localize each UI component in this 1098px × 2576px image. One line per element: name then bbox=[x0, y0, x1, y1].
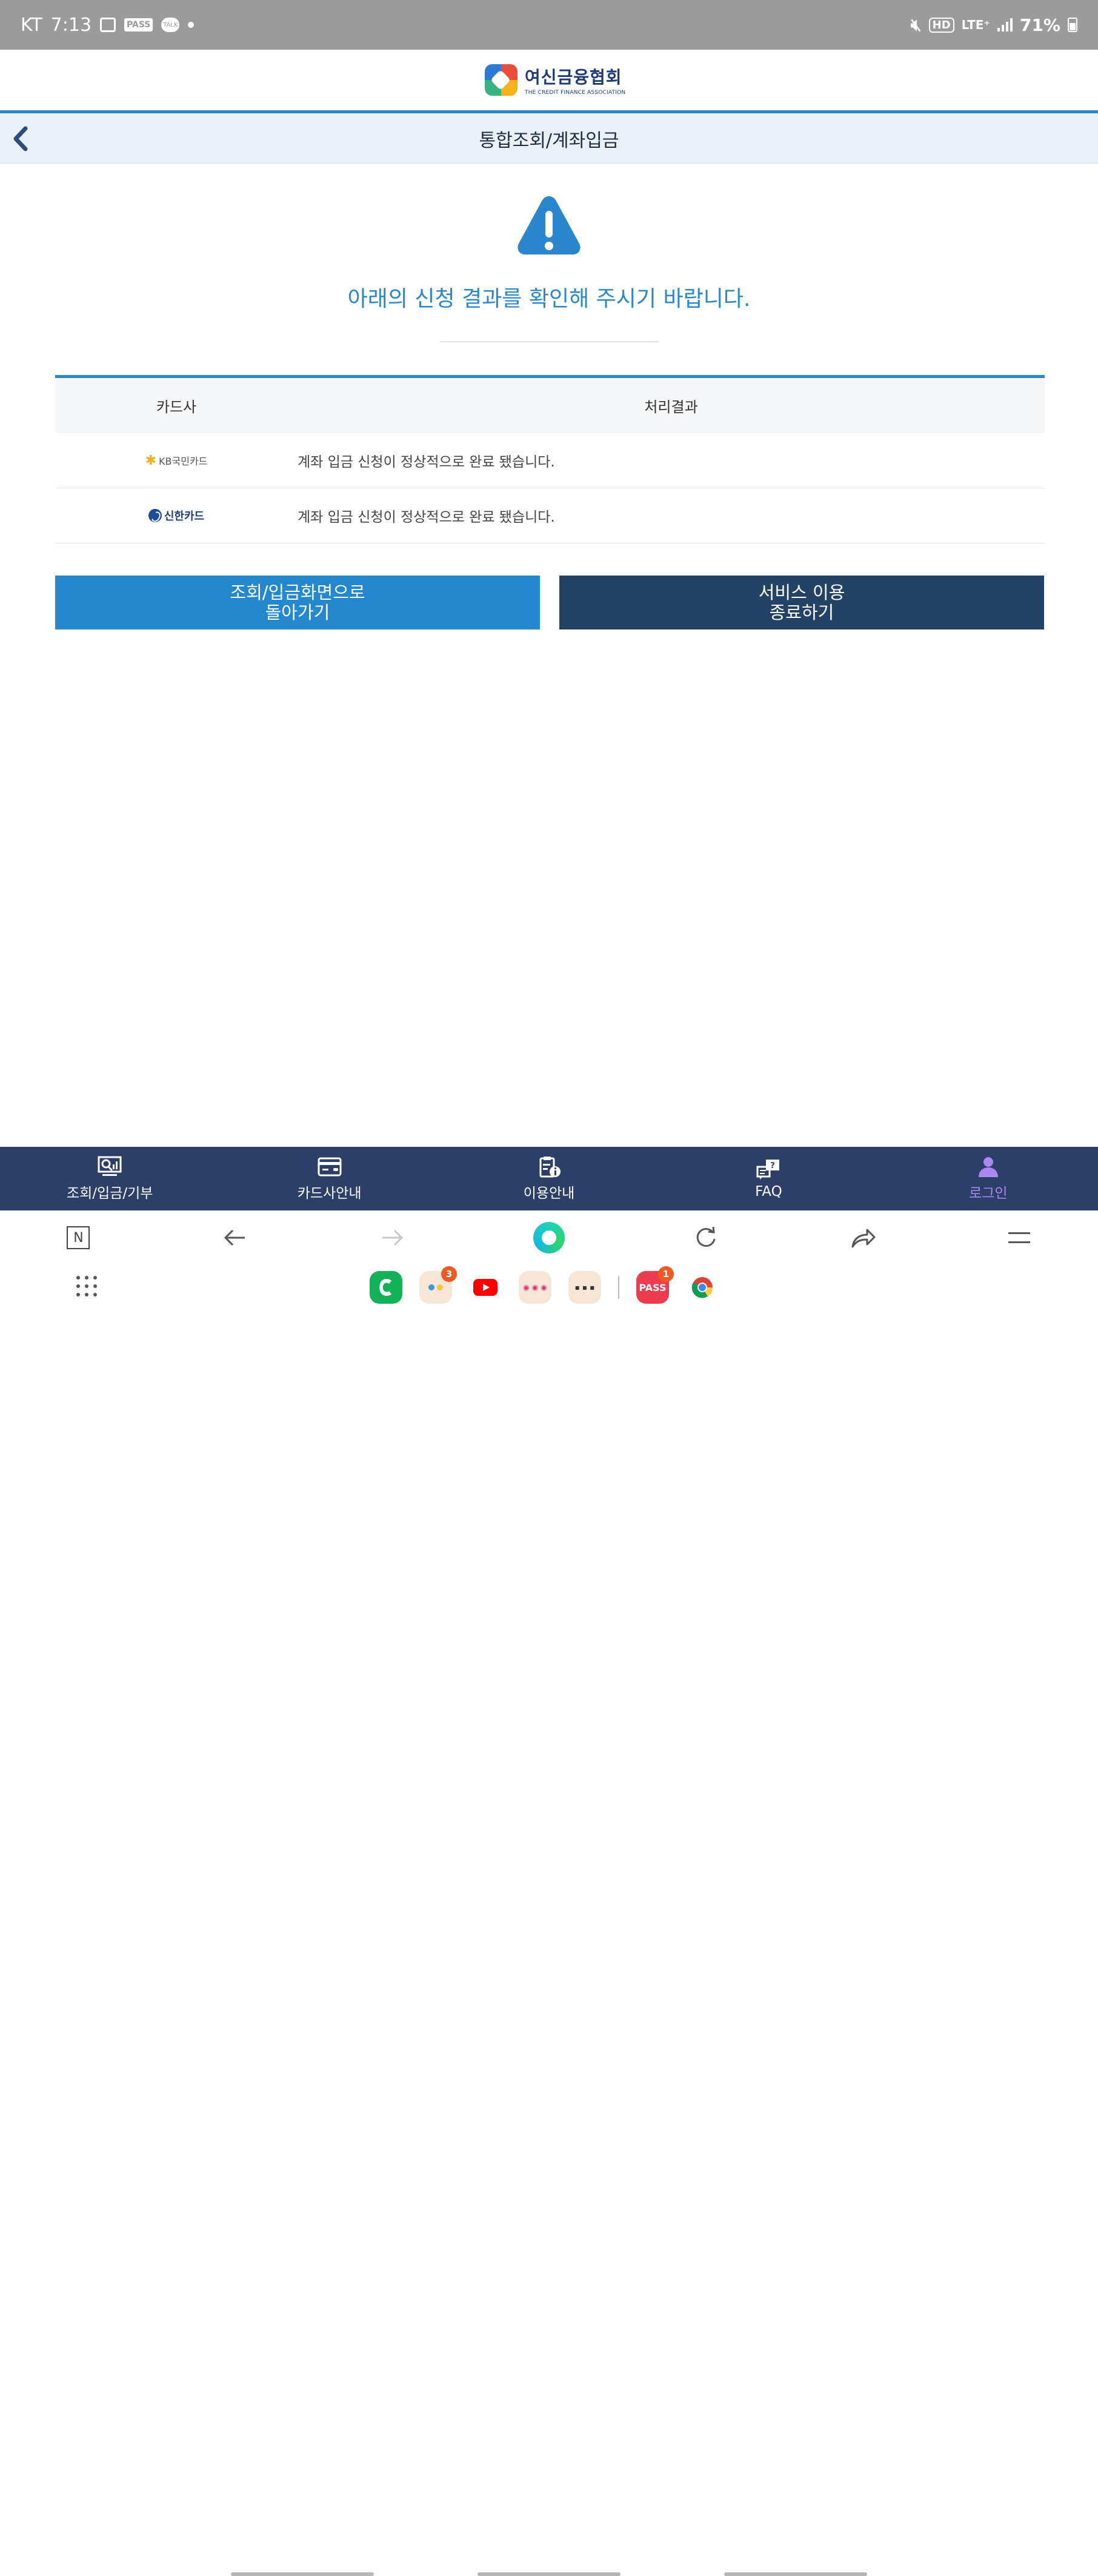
bottom-nav: 조회/입금/기부 카드사안내 이용안내 ? FAQ 로그인 bbox=[0, 1147, 1098, 1210]
divider bbox=[440, 341, 659, 342]
title-bar: 통합조회/계좌입금 bbox=[0, 110, 1098, 164]
naver-n-button[interactable]: N bbox=[60, 1220, 96, 1256]
page-title: 통합조회/계좌입금 bbox=[479, 130, 619, 151]
table-row: 신한카드 계좌 입금 신청이 정상적으로 완료 됐습니다. bbox=[55, 488, 1045, 543]
crefia-logo-mark-icon bbox=[485, 64, 517, 96]
app-drawer-icon[interactable] bbox=[76, 1276, 98, 1298]
return-to-inquiry-button[interactable]: 조회/입금화면으로 돌아가기 bbox=[55, 576, 540, 629]
youtube-app-icon[interactable] bbox=[469, 1271, 502, 1304]
logo-english: THE CREDIT FINANCE ASSOCIATION bbox=[525, 90, 626, 96]
kb-card-logo: ✱ KB국민카드 bbox=[145, 453, 208, 468]
mute-icon: 🔇︎ bbox=[911, 15, 922, 35]
hd-voice-icon: HD bbox=[928, 17, 954, 33]
exit-button-line2: 종료하기 bbox=[769, 602, 834, 623]
gesture-handle-center[interactable] bbox=[477, 2572, 621, 2576]
status-right: 🔇︎ HD LTE⁺ 71% bbox=[911, 0, 1077, 50]
battery-icon bbox=[1068, 18, 1077, 32]
more-notifications-dot-icon bbox=[188, 22, 195, 28]
header-card: 카드사 bbox=[156, 399, 197, 416]
header-result: 처리결과 bbox=[644, 399, 698, 416]
card-cell: 신한카드 bbox=[55, 508, 298, 523]
svg-text:?: ? bbox=[771, 1161, 776, 1170]
notification-badge: 1 bbox=[658, 1266, 674, 1282]
chrome-app-icon[interactable] bbox=[686, 1271, 719, 1304]
signal-strength-icon bbox=[997, 18, 1013, 32]
kb-star-icon: ✱ bbox=[145, 453, 157, 468]
pass-app-label: PASS bbox=[639, 1281, 667, 1293]
table-header: 카드사 처리결과 bbox=[55, 378, 1045, 433]
nav-item-inquiry[interactable]: 조회/입금/기부 bbox=[0, 1147, 219, 1210]
gallery-notification-icon bbox=[100, 18, 116, 32]
clipboard-info-icon bbox=[539, 1156, 561, 1177]
pass-app-icon[interactable]: PASS 1 bbox=[636, 1266, 674, 1304]
nav-item-login[interactable]: 로그인 bbox=[879, 1147, 1098, 1210]
shinhan-card-logo-text: 신한카드 bbox=[164, 510, 205, 523]
gesture-handle-left[interactable] bbox=[231, 2572, 374, 2576]
nav-label: FAQ bbox=[755, 1183, 782, 1200]
warning-icon bbox=[517, 196, 581, 254]
browser-share-button[interactable] bbox=[845, 1220, 881, 1256]
logo-text: 여신금융협회 THE CREDIT FINANCE ASSOCIATION bbox=[525, 64, 625, 96]
notification-badge: 3 bbox=[441, 1266, 457, 1282]
menu-icon bbox=[1008, 1232, 1031, 1243]
naver-n-icon: N bbox=[67, 1226, 90, 1249]
nav-label: 카드사안내 bbox=[297, 1185, 362, 1201]
pass-notification-icon: PASS bbox=[124, 18, 153, 32]
forward-arrow-icon bbox=[382, 1229, 404, 1246]
result-cell: 계좌 입금 신청이 정상적으로 완료 됐습니다. bbox=[298, 454, 555, 470]
nav-label: 조회/입금/기부 bbox=[66, 1185, 153, 1201]
reload-icon bbox=[696, 1226, 716, 1247]
logo-korean: 여신금융협회 bbox=[525, 67, 622, 87]
crefia-logo[interactable]: 여신금융협회 THE CREDIT FINANCE ASSOCIATION bbox=[485, 64, 625, 96]
kb-card-logo-text: KB국민카드 bbox=[159, 456, 208, 467]
user-icon bbox=[978, 1157, 998, 1177]
browser-toolbar: N bbox=[0, 1210, 1098, 1265]
site-header: 여신금융협회 THE CREDIT FINANCE ASSOCIATION bbox=[0, 50, 1098, 110]
table-row: ✱ KB국민카드 계좌 입금 신청이 정상적으로 완료 됐습니다. bbox=[55, 433, 1045, 488]
nav-item-faq[interactable]: ? FAQ bbox=[659, 1147, 878, 1210]
clock: 7:13 bbox=[50, 14, 92, 36]
app-folder-icon[interactable]: 3 bbox=[419, 1266, 457, 1304]
nav-item-usage-guide[interactable]: 이용안내 bbox=[439, 1147, 659, 1210]
nav-item-card-info[interactable]: 카드사안내 bbox=[219, 1147, 439, 1210]
faq-chat-icon: ? bbox=[756, 1159, 780, 1180]
card-cell: ✱ KB국민카드 bbox=[55, 453, 298, 468]
alert-message: 아래의 신청 결과를 확인해 주시기 바랍니다. bbox=[347, 287, 751, 311]
shinhan-logo-icon bbox=[148, 509, 162, 522]
social-app-folder-icon[interactable]: ◉ ◉ ◉ bbox=[519, 1271, 551, 1304]
home-icon bbox=[533, 1222, 565, 1253]
nav-label: 로그인 bbox=[969, 1185, 1008, 1201]
search-chart-icon bbox=[98, 1156, 122, 1176]
kakaotalk-notification-icon: TALK bbox=[161, 18, 180, 32]
share-icon bbox=[851, 1229, 876, 1248]
lte-icon: LTE⁺ bbox=[961, 18, 990, 32]
taskbar-dock: 3 ◉ ◉ ◉ ▪ ▪ ▪ PASS 1 bbox=[0, 1265, 1098, 2576]
exit-button-line1: 서비스 이용 bbox=[758, 582, 845, 603]
utility-app-folder-icon[interactable]: ▪ ▪ ▪ bbox=[568, 1271, 601, 1304]
browser-back-button[interactable] bbox=[217, 1220, 253, 1256]
status-bar: KT 7:13 PASS TALK 🔇︎ HD LTE⁺ 71% bbox=[0, 0, 1098, 50]
nav-label: 이용안내 bbox=[523, 1185, 575, 1201]
exit-service-button[interactable]: 서비스 이용 종료하기 bbox=[559, 576, 1044, 629]
gesture-handle-right[interactable] bbox=[724, 2572, 867, 2576]
phone-call-app-icon[interactable] bbox=[370, 1271, 402, 1304]
status-left: KT 7:13 PASS TALK bbox=[21, 0, 195, 50]
credit-card-icon bbox=[318, 1157, 342, 1176]
browser-menu-button[interactable] bbox=[1001, 1220, 1037, 1256]
dock-apps: 3 ◉ ◉ ◉ ▪ ▪ ▪ PASS 1 bbox=[370, 1266, 719, 1304]
return-button-line1: 조회/입금화면으로 bbox=[230, 582, 365, 603]
dock-separator bbox=[618, 1276, 619, 1299]
browser-home-button[interactable] bbox=[531, 1220, 567, 1256]
browser-forward-button[interactable] bbox=[374, 1220, 410, 1256]
result-table: 카드사 처리결과 ✱ KB국민카드 계좌 입금 신청이 정상적으로 완료 됐습니… bbox=[55, 375, 1045, 543]
back-arrow-icon bbox=[224, 1229, 245, 1246]
return-button-line2: 돌아가기 bbox=[265, 602, 330, 623]
result-cell: 계좌 입금 신청이 정상적으로 완료 됐습니다. bbox=[298, 510, 555, 525]
shinhan-card-logo: 신한카드 bbox=[148, 508, 204, 523]
carrier-label: KT bbox=[21, 14, 42, 36]
browser-reload-button[interactable] bbox=[688, 1220, 724, 1256]
battery-percent: 71% bbox=[1019, 15, 1060, 35]
